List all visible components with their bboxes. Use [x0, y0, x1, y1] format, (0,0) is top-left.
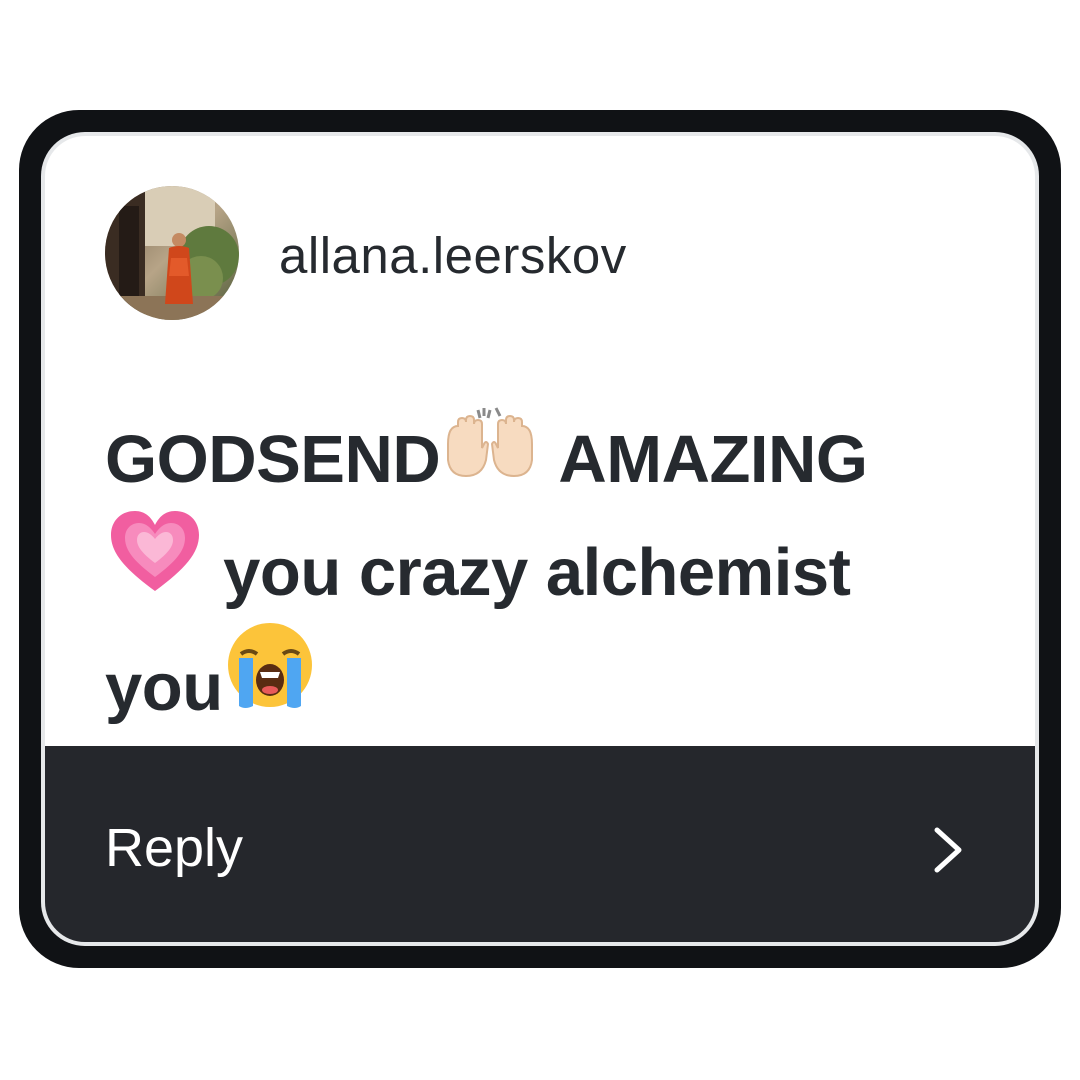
comment-text-alchemist: you crazy alchemist [223, 535, 851, 610]
reply-bar[interactable]: Reply [45, 746, 1035, 942]
comment-text-amazing: AMAZING [558, 422, 868, 497]
comment-card-frame: allana.leerskov GODSEND AMAZING you craz… [19, 110, 1061, 968]
comment-card: allana.leerskov GODSEND AMAZING you craz… [45, 136, 1035, 942]
comment-card-rim: allana.leerskov GODSEND AMAZING you craz… [41, 132, 1039, 946]
comment-text: GODSEND AMAZING you crazy alchemist you [105, 404, 985, 735]
comment-username[interactable]: allana.leerskov [279, 226, 627, 286]
comment-text-you: you [105, 650, 223, 725]
chevron-right-icon [934, 827, 962, 873]
crying-face-emoji-icon [225, 620, 315, 735]
growing-heart-emoji-icon [107, 507, 203, 620]
comment-text-godsend: GODSEND [105, 422, 441, 497]
avatar-photo [105, 186, 239, 320]
reply-label: Reply [105, 818, 244, 878]
raising-hands-emoji-icon [442, 404, 538, 507]
avatar[interactable] [105, 186, 239, 320]
